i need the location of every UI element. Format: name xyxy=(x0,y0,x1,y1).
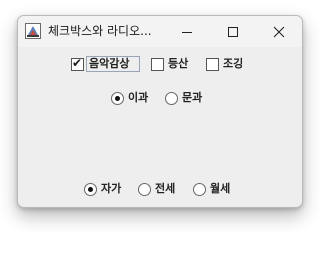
radio-label: 문과 xyxy=(182,91,203,104)
radio-label: 이과 xyxy=(128,91,149,104)
minimize-icon xyxy=(182,32,192,33)
housing-radio-row: 자가 전세 월세 xyxy=(18,180,302,200)
radio-selected-dot xyxy=(88,187,93,192)
radio-selected-dot xyxy=(115,96,120,101)
checkbox-box[interactable] xyxy=(151,58,164,71)
title-bar[interactable]: 체크박스와 라디오... xyxy=(18,16,302,47)
close-button[interactable] xyxy=(256,16,302,47)
maximize-icon xyxy=(228,27,238,37)
radio-label: 월세 xyxy=(210,182,231,195)
radio-button[interactable] xyxy=(165,92,178,105)
radio-label: 자가 xyxy=(101,182,122,195)
radio-button[interactable] xyxy=(111,92,124,105)
minimize-button[interactable] xyxy=(164,16,210,47)
radio-button[interactable] xyxy=(193,183,206,196)
app-window: 체크박스와 라디오... ✔ 음악감상 등산 조깅 이과 문과 자가 전세 월세 xyxy=(17,15,303,208)
radio-button[interactable] xyxy=(84,183,97,196)
checkmark-icon: ✔ xyxy=(72,56,83,70)
checkbox-label: 등산 xyxy=(168,57,189,70)
radio-label: 전세 xyxy=(155,182,176,195)
checkbox-label: 조깅 xyxy=(223,57,244,70)
track-radio-row: 이과 문과 xyxy=(18,89,302,109)
checkbox-box[interactable] xyxy=(206,58,219,71)
checkbox-label: 음악감상 xyxy=(89,57,130,70)
hobby-checkbox-row: ✔ 음악감상 등산 조깅 xyxy=(18,55,302,75)
java-app-icon xyxy=(25,23,41,39)
close-icon xyxy=(273,26,285,38)
radio-button[interactable] xyxy=(138,183,151,196)
window-title: 체크박스와 라디오... xyxy=(48,24,152,38)
maximize-button[interactable] xyxy=(210,16,256,47)
checkbox-box[interactable]: ✔ xyxy=(71,56,84,71)
